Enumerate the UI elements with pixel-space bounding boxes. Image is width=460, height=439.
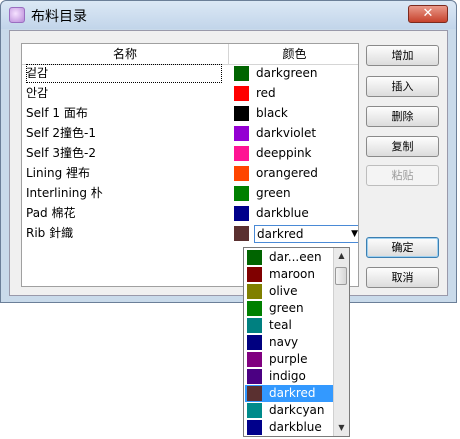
color-swatch: [234, 166, 249, 181]
dropdown-item-label: maroon: [269, 267, 316, 281]
dropdown-item-label: green: [269, 301, 304, 315]
row-name-cell[interactable]: Lining 裡布: [26, 164, 222, 183]
row-name-cell[interactable]: 안감: [26, 84, 222, 103]
color-swatch: [247, 267, 262, 282]
row-name-cell[interactable]: Self 3撞色-2: [26, 144, 222, 163]
color-dropdown-list[interactable]: dar...een maroon olive green teal navy purple i…: [243, 247, 350, 437]
color-swatch: [234, 186, 249, 201]
scroll-thumb[interactable]: [335, 267, 347, 285]
row-color-name[interactable]: green: [256, 184, 291, 203]
row-name-cell[interactable]: Rib 針織: [26, 224, 222, 243]
dropdown-item-label: indigo: [269, 369, 306, 383]
column-header-color[interactable]: 颜色: [229, 44, 358, 64]
color-swatch: [247, 335, 262, 350]
table-row[interactable]: 안감 red: [22, 84, 358, 104]
table-row[interactable]: Lining 裡布 orangered: [22, 164, 358, 184]
insert-button[interactable]: 插入: [366, 76, 439, 97]
dropdown-item-label: navy: [269, 335, 299, 349]
delete-button[interactable]: 删除: [366, 106, 439, 127]
app-icon: [9, 7, 25, 23]
copy-button[interactable]: 复制: [366, 136, 439, 157]
row-color-name[interactable]: deeppink: [256, 144, 312, 163]
row-color-name[interactable]: red: [256, 84, 276, 103]
color-swatch: [247, 352, 262, 367]
color-swatch: [247, 318, 262, 333]
color-combobox[interactable]: darkred ▼: [254, 225, 358, 243]
table-row[interactable]: Pad 棉花 darkblue: [22, 204, 358, 224]
row-name-cell[interactable]: Interlining 朴: [26, 184, 222, 203]
dropdown-item-label: dar...een: [269, 250, 322, 264]
dropdown-item-label: purple: [269, 352, 308, 366]
dropdown-item-label: olive: [269, 284, 298, 298]
title-bar[interactable]: 布料目录 ✕: [1, 1, 456, 29]
cancel-button[interactable]: 取消: [366, 267, 439, 288]
row-name-cell[interactable]: Pad 棉花: [26, 204, 222, 223]
table-row[interactable]: Self 3撞色-2 deeppink: [22, 144, 358, 164]
scroll-up-arrow-icon[interactable]: ▲: [334, 248, 349, 264]
dropdown-item[interactable]: darkblue: [245, 419, 333, 436]
scroll-down-arrow-icon[interactable]: ▼: [334, 420, 349, 436]
row-color-name[interactable]: darkblue: [256, 204, 309, 223]
dropdown-item[interactable]: dar...een: [245, 249, 333, 266]
color-swatch: [247, 301, 262, 316]
row-name-cell[interactable]: Self 2撞色-1: [26, 124, 222, 143]
dropdown-item[interactable]: maroon: [245, 266, 333, 283]
dropdown-item[interactable]: teal: [245, 317, 333, 334]
color-swatch: [247, 369, 262, 384]
dropdown-item[interactable]: purple: [245, 351, 333, 368]
color-swatch: [247, 420, 262, 435]
color-swatch: [247, 250, 262, 265]
color-swatch: [234, 66, 249, 81]
color-swatch: [234, 106, 249, 121]
color-swatch: [234, 206, 249, 221]
combobox-value: darkred: [257, 227, 304, 241]
dropdown-scrollbar[interactable]: ▲ ▼: [333, 248, 349, 436]
table-row[interactable]: Self 2撞色-1 darkviolet: [22, 124, 358, 144]
dropdown-item-label: darkred: [269, 386, 316, 400]
dropdown-item-label: darkcyan: [269, 403, 325, 417]
dropdown-item-label: teal: [269, 318, 292, 332]
add-button[interactable]: 增加: [366, 45, 439, 66]
catalog-window: 布料目录 ✕ 名称 颜色 겉감 darkgreen 안감 red Self 1 面布 bl…: [0, 0, 457, 303]
table-row[interactable]: Rib 針織 darkred ▼: [22, 224, 358, 244]
row-color-name[interactable]: black: [256, 104, 288, 123]
dropdown-arrow-icon[interactable]: ▼: [351, 226, 358, 242]
table-header: 名称 颜色: [22, 44, 358, 65]
dropdown-item[interactable]: darkred: [245, 385, 333, 402]
dropdown-item[interactable]: navy: [245, 334, 333, 351]
table-row[interactable]: 겉감 darkgreen: [22, 64, 358, 84]
color-swatch: [247, 284, 262, 299]
ok-button[interactable]: 确定: [366, 237, 439, 258]
table-row[interactable]: Self 1 面布 black: [22, 104, 358, 124]
row-color-name[interactable]: darkviolet: [256, 124, 316, 143]
color-swatch: [234, 126, 249, 141]
color-swatch: [234, 86, 249, 101]
table-row[interactable]: Interlining 朴 green: [22, 184, 358, 204]
close-button[interactable]: ✕: [408, 5, 448, 23]
paste-button[interactable]: 粘贴: [366, 165, 439, 186]
dropdown-item[interactable]: darkcyan: [245, 402, 333, 419]
color-swatch: [247, 403, 262, 418]
color-swatch: [234, 226, 249, 241]
dropdown-item[interactable]: green: [245, 300, 333, 317]
color-swatch: [247, 386, 262, 401]
row-name-cell[interactable]: Self 1 面布: [26, 104, 222, 123]
column-header-name[interactable]: 名称: [22, 44, 229, 64]
dropdown-item[interactable]: olive: [245, 283, 333, 300]
dropdown-item-label: darkblue: [269, 420, 322, 434]
row-color-name[interactable]: orangered: [256, 164, 318, 183]
dialog-body: 名称 颜色 겉감 darkgreen 안감 red Self 1 面布 black Self…: [9, 30, 448, 296]
row-name-cell[interactable]: 겉감: [26, 64, 222, 83]
color-swatch: [234, 146, 249, 161]
row-color-name[interactable]: darkgreen: [256, 64, 318, 83]
window-title: 布料目录: [31, 9, 87, 25]
dropdown-item[interactable]: indigo: [245, 368, 333, 385]
